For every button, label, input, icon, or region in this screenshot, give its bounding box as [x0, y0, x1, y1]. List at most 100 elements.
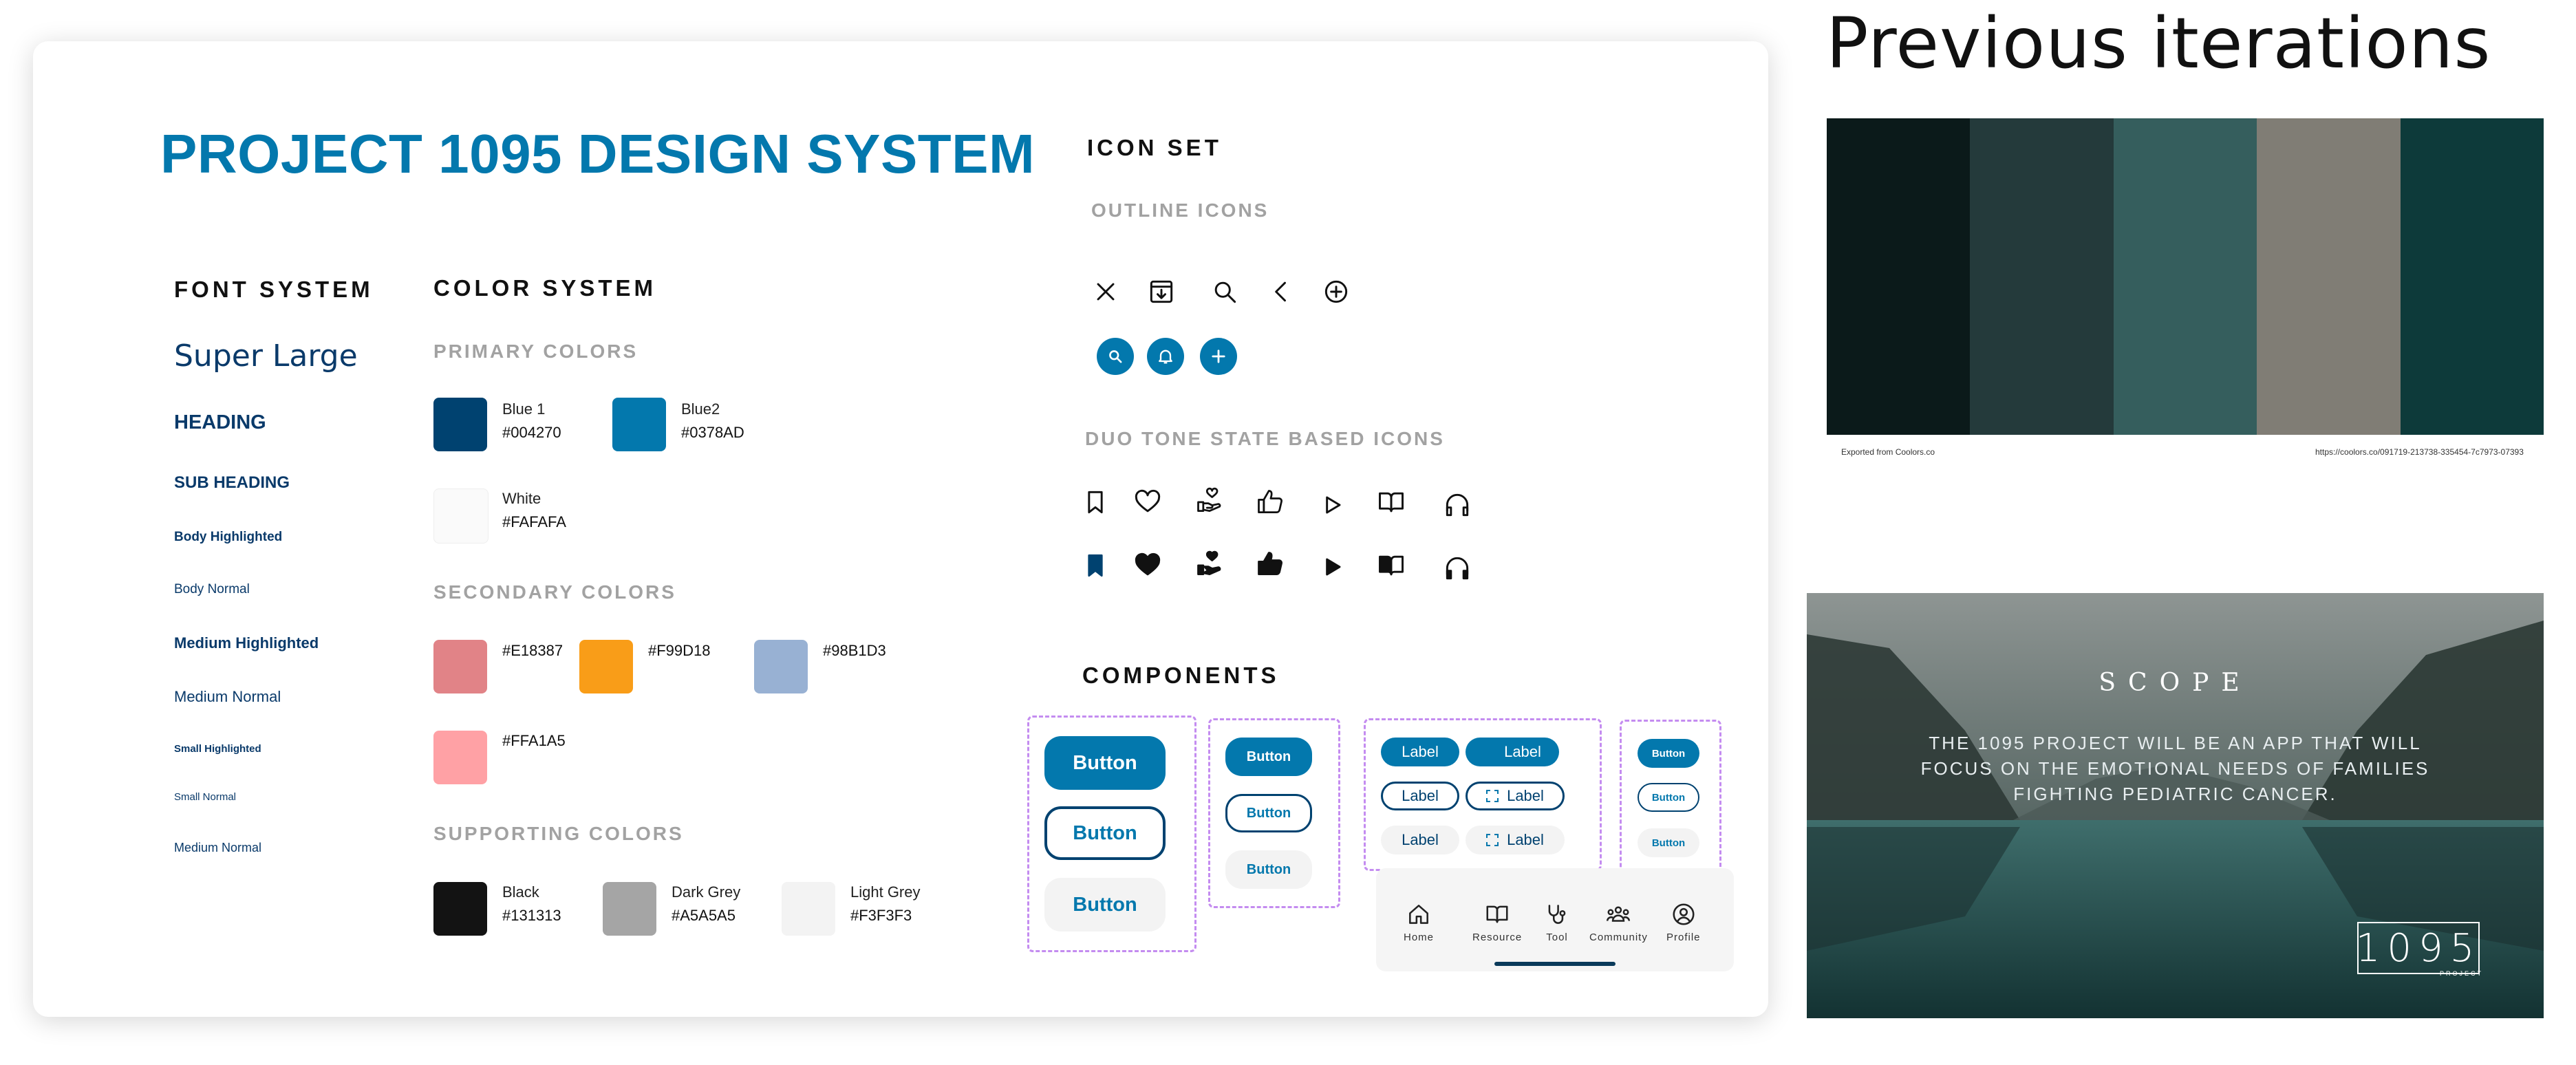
stethoscope-icon	[1548, 905, 1566, 924]
swatch-hex: #A5A5A5	[672, 907, 736, 924]
swatch-orange	[579, 640, 633, 693]
font-sample-body-highlighted: Body Highlighted	[174, 530, 283, 544]
plus-icon[interactable]	[1200, 338, 1237, 375]
secondary-colors-heading: SECONDARY COLORS	[433, 581, 676, 603]
headphones-icon[interactable]	[1442, 490, 1472, 520]
swatch-hex: #004270	[502, 424, 561, 441]
project-1095-logo: 1095	[2356, 922, 2480, 974]
outline-button[interactable]: Button	[1044, 806, 1166, 860]
font-system-heading: FONT SYSTEM	[174, 277, 374, 302]
nav-label: Community	[1589, 932, 1648, 943]
swatch-hex: #98B1D3	[823, 642, 886, 659]
color-system-heading: COLOR SYSTEM	[433, 275, 657, 301]
swatch-name: White	[502, 490, 541, 507]
palette-color	[1970, 118, 2114, 435]
outline-button[interactable]: Button	[1225, 794, 1312, 832]
nav-item-home[interactable]: Home	[1404, 901, 1434, 943]
label-chip[interactable]: Label	[1381, 738, 1459, 766]
font-sample-small-highlighted: Small Highlighted	[174, 743, 261, 755]
primary-colors-heading: PRIMARY COLORS	[433, 341, 638, 362]
placeholder-icon	[1486, 790, 1499, 802]
search-icon[interactable]	[1097, 338, 1134, 375]
palette-color	[1827, 118, 1971, 435]
bell-icon[interactable]	[1147, 338, 1184, 375]
swatch-white	[433, 488, 489, 544]
swatch-black	[433, 882, 487, 936]
people-icon	[1607, 906, 1631, 922]
nav-item-community[interactable]: Community	[1589, 901, 1648, 943]
components-heading: COMPONENTS	[1082, 663, 1280, 688]
label-chip[interactable]: Label	[1381, 782, 1459, 810]
swatch-light-pink	[433, 731, 487, 784]
font-sample-medium-normal-2: Medium Normal	[174, 841, 262, 854]
thumbs-up-icon[interactable]	[1255, 549, 1285, 579]
label-chip[interactable]: Label	[1381, 826, 1459, 854]
swatch-blue2	[612, 398, 666, 451]
scope-slide: SCOPE THE 1095 PROJECT WILL BE AN APP TH…	[1807, 593, 2544, 1018]
headphones-icon[interactable]	[1442, 553, 1472, 583]
nav-item-resource[interactable]: Resource	[1472, 901, 1522, 943]
chip-label: Label	[1504, 743, 1541, 760]
font-sample-super-large: Super Large	[174, 338, 358, 374]
coolors-palette	[1827, 118, 2544, 435]
play-icon[interactable]	[1317, 490, 1347, 520]
hand-heart-icon[interactable]	[1194, 486, 1225, 516]
swatch-light-grey	[782, 882, 835, 936]
font-sample-heading: HEADING	[174, 411, 266, 433]
swatch-name: Blue2	[681, 400, 720, 418]
nav-item-tool[interactable]: Tool	[1544, 901, 1570, 943]
outline-button[interactable]: Button	[1638, 783, 1699, 812]
book-open-icon[interactable]	[1376, 550, 1406, 581]
font-sample-medium-normal: Medium Normal	[174, 688, 281, 705]
swatch-hex: #FFA1A5	[502, 732, 566, 749]
ghost-button[interactable]: Button	[1225, 850, 1312, 889]
close-icon[interactable]	[1091, 277, 1121, 307]
label-chip-with-icon[interactable]: Label	[1466, 826, 1565, 854]
hand-heart-icon[interactable]	[1194, 549, 1225, 579]
chevron-left-icon[interactable]	[1266, 277, 1296, 307]
book-open-icon[interactable]	[1376, 487, 1406, 517]
duotone-icons-heading: DUO TONE STATE BASED ICONS	[1085, 428, 1445, 449]
font-sample-sub-heading: SUB HEADING	[174, 473, 290, 492]
chip-label: Label	[1507, 787, 1544, 804]
page-title: PROJECT 1095 DESIGN SYSTEM	[160, 123, 1035, 184]
swatch-name: Black	[502, 883, 539, 901]
label-chip-with-icon[interactable]: Label	[1466, 738, 1559, 766]
swatch-hex: #E18387	[502, 642, 564, 659]
swatch-blue1	[433, 398, 487, 451]
home-icon	[1409, 905, 1428, 924]
bookmark-icon[interactable]	[1080, 487, 1110, 517]
swatch-name: Dark Grey	[672, 883, 741, 901]
heart-icon[interactable]	[1133, 487, 1163, 517]
archive-download-icon[interactable]	[1146, 277, 1177, 307]
label-chip-with-icon[interactable]: Label	[1466, 782, 1565, 810]
palette-color	[2113, 118, 2257, 435]
bookmark-icon[interactable]	[1080, 550, 1110, 581]
swatch-hex: #0378AD	[681, 424, 744, 441]
primary-button[interactable]: Button	[1638, 739, 1699, 768]
search-icon[interactable]	[1210, 277, 1240, 307]
heart-icon[interactable]	[1133, 550, 1163, 581]
primary-button[interactable]: Button	[1225, 738, 1312, 776]
home-indicator	[1494, 962, 1616, 966]
previous-iterations-title: Previous iterations	[1826, 3, 2491, 85]
ghost-button[interactable]: Button	[1044, 878, 1166, 932]
logo-sub: PROJECT	[2440, 970, 2484, 977]
thumbs-up-icon[interactable]	[1255, 487, 1285, 517]
ghost-button[interactable]: Button	[1638, 828, 1699, 857]
palette-color	[2257, 118, 2401, 435]
play-icon[interactable]	[1317, 552, 1347, 582]
swatch-hex: #F3F3F3	[850, 907, 912, 924]
nav-label: Tool	[1546, 932, 1568, 943]
nav-item-profile[interactable]: Profile	[1666, 901, 1701, 943]
placeholder-icon	[1486, 834, 1499, 846]
book-icon	[1486, 905, 1508, 923]
nav-label: Home	[1404, 932, 1435, 943]
plus-circle-icon[interactable]	[1321, 277, 1351, 307]
palette-footer-right: https://coolors.co/091719-213738-335454-…	[2315, 447, 2524, 457]
chip-label: Label	[1507, 831, 1544, 848]
swatch-dark-grey	[603, 882, 656, 936]
primary-button[interactable]: Button	[1044, 736, 1166, 790]
swatch-name: Blue 1	[502, 400, 546, 418]
nav-label: Profile	[1666, 932, 1701, 943]
